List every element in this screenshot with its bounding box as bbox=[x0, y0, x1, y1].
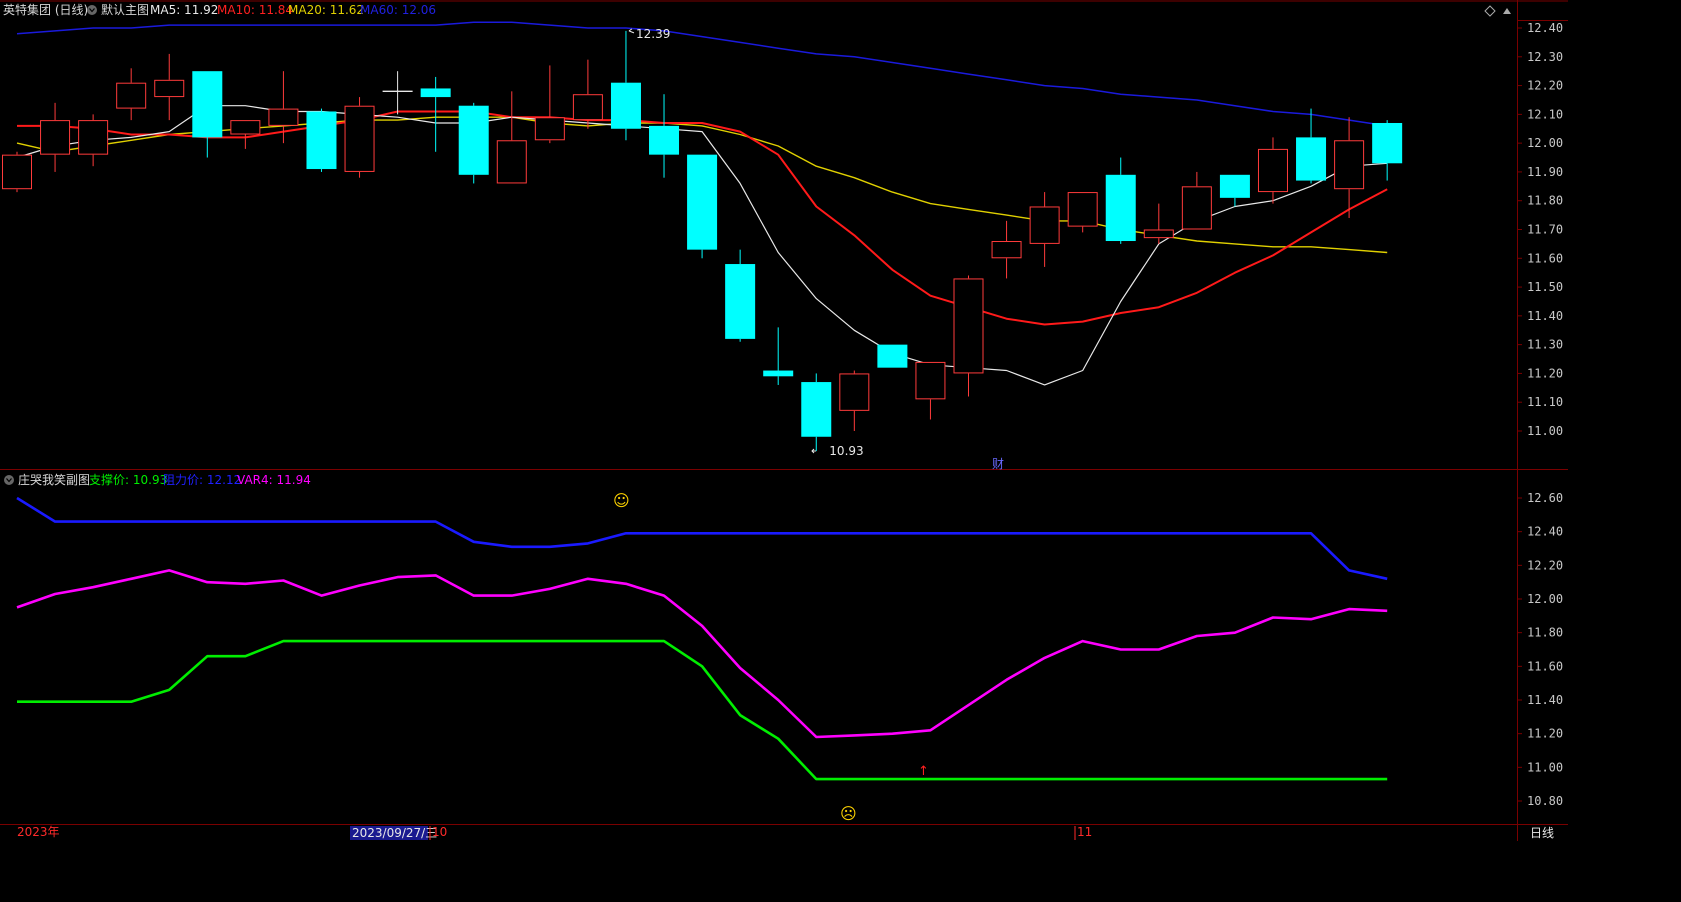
candle-body-up bbox=[991, 241, 1022, 259]
ma10-label: MA10: 11.84 bbox=[217, 3, 293, 17]
resist-label: 阻力价: 12.12 bbox=[163, 473, 241, 487]
candle-body-up bbox=[1334, 140, 1365, 190]
candle-body-up bbox=[230, 120, 261, 135]
y-tick-label: 11.40 bbox=[1527, 693, 1563, 707]
year-label: 2023年 bbox=[17, 825, 60, 839]
candle-body-up bbox=[116, 82, 147, 109]
candle-body-up bbox=[1257, 148, 1288, 193]
y-tick-label: 12.20 bbox=[1527, 558, 1563, 572]
y-tick-label: 11.30 bbox=[1527, 338, 1563, 352]
y-tick-label: 11.10 bbox=[1527, 395, 1563, 409]
up-arrow-icon: ↑ bbox=[918, 764, 929, 779]
candle bbox=[458, 102, 489, 184]
sub-indicator-name[interactable]: 庄哭我笑副图 bbox=[18, 472, 90, 487]
ma60-label: MA60: 12.06 bbox=[360, 3, 436, 17]
stock-name: 英特集团 (日线) bbox=[3, 2, 88, 17]
low-price-label: 10.93 bbox=[829, 444, 863, 458]
candle-body-up bbox=[953, 278, 984, 374]
support-label: 支撑价: 10.93 bbox=[89, 472, 167, 487]
y-tick-label: 11.60 bbox=[1527, 659, 1563, 673]
candle-body-up bbox=[78, 120, 109, 155]
candle-body-up bbox=[496, 140, 527, 184]
y-tick-label: 12.40 bbox=[1527, 21, 1563, 35]
candle-body-up bbox=[1029, 206, 1060, 244]
candle-body-down bbox=[801, 382, 832, 437]
candle-body-up bbox=[344, 105, 375, 172]
y-tick-label: 11.20 bbox=[1527, 366, 1563, 380]
month-nov: 11 bbox=[1077, 825, 1092, 839]
smile-icon: ☺ bbox=[613, 491, 630, 510]
candle-body-down bbox=[458, 105, 489, 175]
y-tick-label: 11.90 bbox=[1527, 165, 1563, 179]
y-tick-label: 12.00 bbox=[1527, 592, 1563, 606]
candle-body-down bbox=[610, 82, 641, 129]
y-tick-label: 11.20 bbox=[1527, 727, 1563, 741]
sub-dropdown-icon[interactable] bbox=[4, 475, 14, 485]
frown-icon: ☹ bbox=[840, 804, 857, 823]
y-tick-label: 11.00 bbox=[1527, 760, 1563, 774]
y-tick-label: 11.00 bbox=[1527, 424, 1563, 438]
stock-chart[interactable]: 英特集团 (日线) 默认主图 MA5: 11.92 MA10: 11.84 MA… bbox=[0, 0, 1568, 841]
y-tick-label: 11.60 bbox=[1527, 251, 1563, 265]
candle-body-down bbox=[1219, 174, 1250, 198]
template-name[interactable]: 默认主图 bbox=[101, 2, 149, 17]
y-tick-label: 12.00 bbox=[1527, 136, 1563, 150]
candle-body-down bbox=[420, 88, 451, 98]
candle-body-down bbox=[725, 264, 756, 339]
candle-body-down bbox=[687, 154, 718, 250]
candle-body-up bbox=[1181, 186, 1212, 230]
sub-header: 庄哭我笑副图 支撑价: 10.93 阻力价: 12.12 VAR4: 11.94 bbox=[4, 472, 311, 487]
candle-body-up bbox=[2, 154, 32, 190]
y-tick-label: 12.30 bbox=[1527, 50, 1563, 64]
candle-body-down bbox=[877, 344, 908, 368]
candle-body-up bbox=[154, 79, 185, 98]
candle-body-down bbox=[306, 111, 337, 170]
y-tick-label: 10.80 bbox=[1527, 794, 1563, 808]
candle-body-up bbox=[572, 94, 603, 121]
candle bbox=[2, 151, 32, 193]
candle-body-down bbox=[1105, 174, 1136, 242]
candle-body-down bbox=[763, 370, 794, 377]
candle bbox=[344, 97, 375, 178]
candle-body-down bbox=[1372, 122, 1403, 164]
y-tick-label: 12.60 bbox=[1527, 491, 1563, 505]
candle-body-up bbox=[40, 120, 71, 155]
candle-body-up bbox=[915, 361, 946, 400]
high-price-label: 12.39 bbox=[636, 27, 670, 41]
candle-body-down bbox=[649, 125, 680, 155]
y-tick-label: 11.80 bbox=[1527, 194, 1563, 208]
y-tick-label: 11.80 bbox=[1527, 626, 1563, 640]
finance-marker[interactable]: 财 bbox=[992, 457, 1004, 471]
y-tick-label: 12.20 bbox=[1527, 79, 1563, 93]
period-label[interactable]: 日线 bbox=[1530, 826, 1554, 840]
y-tick-label: 11.50 bbox=[1527, 280, 1563, 294]
candle-body-up bbox=[268, 108, 299, 126]
var4-label: VAR4: 11.94 bbox=[237, 473, 311, 487]
candle-body-up bbox=[1067, 192, 1098, 227]
cursor-date: 2023/09/27/三 bbox=[352, 826, 437, 840]
y-tick-label: 11.40 bbox=[1527, 309, 1563, 323]
template-dropdown-icon[interactable] bbox=[87, 5, 97, 15]
candle-body-down bbox=[192, 71, 223, 138]
ma20-label: MA20: 11.62 bbox=[288, 3, 364, 17]
candle bbox=[306, 108, 337, 172]
candle bbox=[687, 154, 718, 259]
y-tick-label: 11.70 bbox=[1527, 223, 1563, 237]
month-oct: 10 bbox=[432, 825, 447, 839]
ma5-label: MA5: 11.92 bbox=[150, 3, 218, 17]
y-tick-label: 12.40 bbox=[1527, 525, 1563, 539]
candle-body-up bbox=[534, 117, 565, 141]
candle bbox=[877, 344, 908, 368]
y-tick-label: 12.10 bbox=[1527, 107, 1563, 121]
candle bbox=[1067, 192, 1098, 233]
candle-body-up bbox=[839, 373, 870, 411]
candle-body-down bbox=[1296, 137, 1327, 181]
candle-body-up bbox=[1143, 229, 1174, 239]
